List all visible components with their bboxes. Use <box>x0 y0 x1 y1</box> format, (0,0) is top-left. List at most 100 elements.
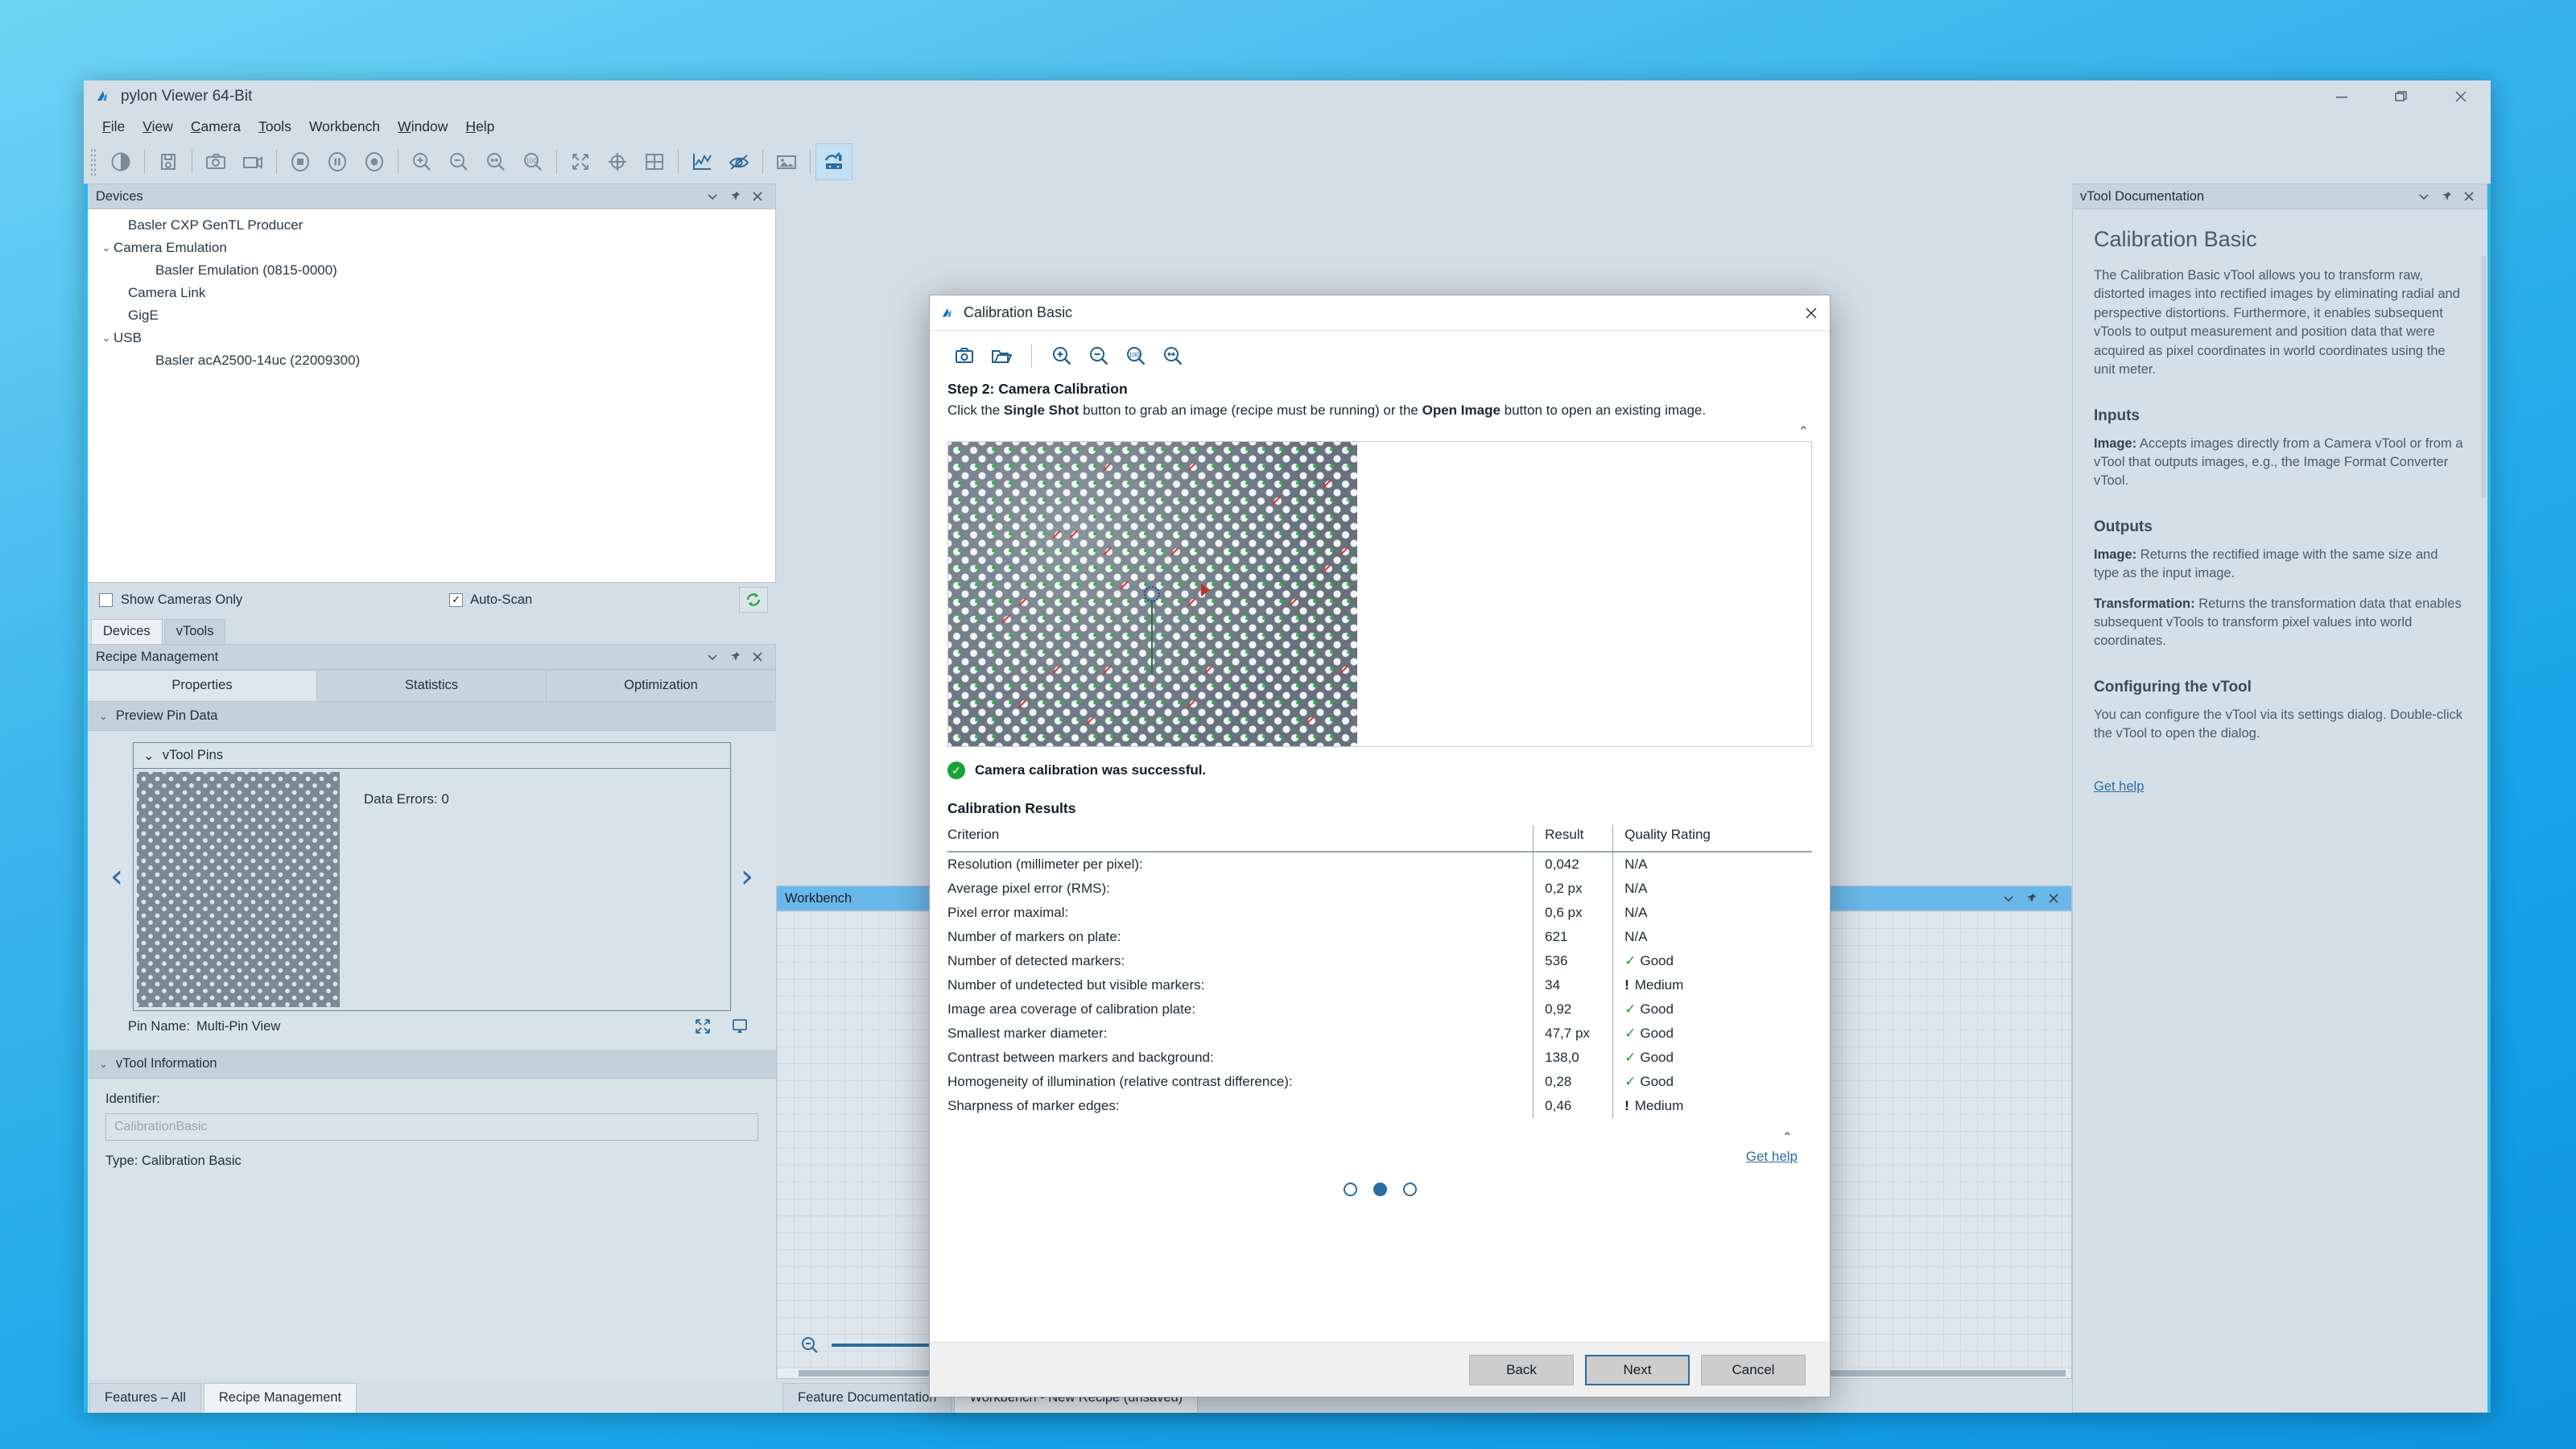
detected-marker-indicator <box>975 464 978 468</box>
documentation-scrollbar[interactable] <box>2481 256 2486 497</box>
pager-dot-2[interactable] <box>1373 1183 1387 1196</box>
tree-item[interactable]: GigE <box>88 304 775 327</box>
pin-icon[interactable] <box>2440 190 2453 203</box>
calibration-image-frame[interactable] <box>947 441 1812 747</box>
zoom-fit-icon[interactable] <box>1156 339 1190 373</box>
tree-caret[interactable]: ⌄ <box>99 242 114 254</box>
histogram-icon[interactable] <box>683 143 720 180</box>
chevron-down-icon[interactable]: ⌄ <box>99 710 108 723</box>
menu-view[interactable]: View <box>134 116 182 138</box>
tab-properties[interactable]: Properties <box>88 670 317 702</box>
tree-item[interactable]: Basler Emulation (0815-0000) <box>88 259 775 282</box>
stop-icon[interactable] <box>282 143 319 180</box>
chevron-down-icon[interactable] <box>2002 892 2015 905</box>
close-icon[interactable] <box>2462 190 2475 203</box>
tab-vtools[interactable]: vTools <box>163 619 226 644</box>
detected-marker-indicator <box>1228 464 1232 468</box>
tree-item[interactable]: ⌄ USB <box>88 327 775 349</box>
dialog-close-button[interactable] <box>1793 295 1830 331</box>
zoom-fit-icon[interactable] <box>477 143 514 180</box>
dialog-get-help-link[interactable]: Get help <box>1746 1149 1798 1164</box>
save-image-icon[interactable] <box>150 143 187 180</box>
dialog-step-title: Step 2: Camera Calibration <box>947 381 1128 397</box>
calibration-plate-image[interactable] <box>948 442 1357 746</box>
pager-dot-3[interactable] <box>1402 1183 1417 1196</box>
documentation-get-help-link[interactable]: Get help <box>2094 779 2144 795</box>
zoom-out-icon[interactable] <box>1082 339 1116 373</box>
results-section-collapse-caret[interactable]: ⌃ <box>947 1129 1812 1146</box>
tab-statistics[interactable]: Statistics <box>317 670 547 702</box>
menu-file[interactable]: File <box>93 116 134 138</box>
auto-scan-checkbox[interactable]: ✓ <box>449 592 464 607</box>
calibration-plate-thumbnail[interactable] <box>137 772 340 1007</box>
close-icon[interactable] <box>2047 892 2060 905</box>
pin-next-button[interactable]: › <box>731 858 763 895</box>
zoom-100-icon[interactable]: 100 <box>1119 339 1153 373</box>
tab-recipe-management[interactable]: Recipe Management <box>203 1383 357 1413</box>
tab-optimization[interactable]: Optimization <box>547 670 776 702</box>
zoom-out-icon[interactable] <box>440 143 477 180</box>
tree-caret[interactable]: ⌄ <box>99 332 114 345</box>
tree-item[interactable]: Basler acA2500-14uc (22009300) <box>88 349 775 372</box>
close-button[interactable] <box>2431 80 2491 113</box>
back-button[interactable]: Back <box>1469 1354 1574 1385</box>
expand-icon[interactable] <box>694 1018 712 1035</box>
tab-features-all[interactable]: Features – All <box>89 1383 201 1413</box>
tab-feature-documentation[interactable]: Feature Documentation <box>782 1383 952 1413</box>
tree-item[interactable]: ⌄ Camera Emulation <box>88 237 775 259</box>
display-icon[interactable] <box>731 1018 749 1035</box>
zoom-in-icon[interactable] <box>403 143 440 180</box>
crosshair-icon[interactable] <box>599 143 636 180</box>
zoom-out-icon[interactable] <box>799 1335 820 1356</box>
menu-tools[interactable]: Tools <box>250 116 300 138</box>
vtool-information-group[interactable]: ⌄ vTool Information <box>88 1050 776 1079</box>
tree-item[interactable]: Basler CXP GenTL Producer <box>88 214 775 237</box>
pin-prev-button[interactable]: ‹ <box>101 858 133 895</box>
chevron-down-icon[interactable] <box>2417 190 2430 203</box>
workbench-icon[interactable] <box>815 143 852 180</box>
fit-to-window-icon[interactable] <box>562 143 599 180</box>
preview-pin-data-group[interactable]: ⌄ Preview Pin Data <box>88 702 776 731</box>
single-shot-camera-icon[interactable] <box>197 143 234 180</box>
pin-icon[interactable] <box>729 650 741 663</box>
devices-tree[interactable]: Basler CXP GenTL Producer ⌄ Camera Emulat… <box>88 209 776 583</box>
chevron-down-icon[interactable] <box>706 650 719 663</box>
pin-icon[interactable] <box>729 190 741 203</box>
close-icon[interactable] <box>751 650 764 663</box>
open-image-folder-icon[interactable] <box>985 339 1018 373</box>
zoom-100-icon[interactable]: 100 <box>514 143 551 180</box>
single-shot-camera-icon[interactable] <box>947 339 981 373</box>
pause-icon[interactable] <box>319 143 356 180</box>
chevron-down-icon[interactable]: ⌄ <box>99 1058 108 1071</box>
continuous-shot-video-icon[interactable] <box>234 143 271 180</box>
menu-camera[interactable]: Camera <box>182 116 250 138</box>
image-icon[interactable] <box>768 143 805 180</box>
cancel-button[interactable]: Cancel <box>1701 1354 1806 1385</box>
show-cameras-only-checkbox[interactable] <box>99 592 113 607</box>
pixel-peek-icon[interactable] <box>720 143 758 180</box>
chevron-down-icon[interactable] <box>706 190 719 203</box>
grid-icon[interactable] <box>636 143 673 180</box>
menu-workbench[interactable]: Workbench <box>300 116 389 138</box>
record-icon[interactable] <box>356 143 393 180</box>
image-section-collapse-caret[interactable]: ⌃ <box>947 419 1812 441</box>
close-icon[interactable] <box>751 190 764 203</box>
toolbar-grip[interactable] <box>90 148 97 175</box>
minimize-button[interactable] <box>2312 80 2372 113</box>
detected-marker-indicator <box>1296 667 1299 671</box>
menu-help[interactable]: Help <box>456 116 503 138</box>
contrast-icon[interactable] <box>102 143 139 180</box>
restore-button[interactable] <box>2372 80 2431 113</box>
documentation-body[interactable]: Calibration Basic The Calibration Basic … <box>2072 209 2487 1413</box>
refresh-icon[interactable] <box>738 587 768 613</box>
menu-window[interactable]: Window <box>389 116 456 138</box>
pager-dot-1[interactable] <box>1343 1183 1357 1196</box>
pin-icon[interactable] <box>2025 892 2037 905</box>
identifier-input[interactable]: CalibrationBasic <box>105 1113 758 1141</box>
zoom-in-icon[interactable] <box>1045 339 1079 373</box>
tab-devices[interactable]: Devices <box>91 619 163 644</box>
tree-item[interactable]: Camera Link <box>88 282 775 304</box>
chevron-down-icon[interactable]: ⌄ <box>143 748 155 764</box>
vtool-pins-header[interactable]: ⌄ vTool Pins <box>134 743 730 769</box>
next-button[interactable]: Next <box>1585 1354 1690 1385</box>
